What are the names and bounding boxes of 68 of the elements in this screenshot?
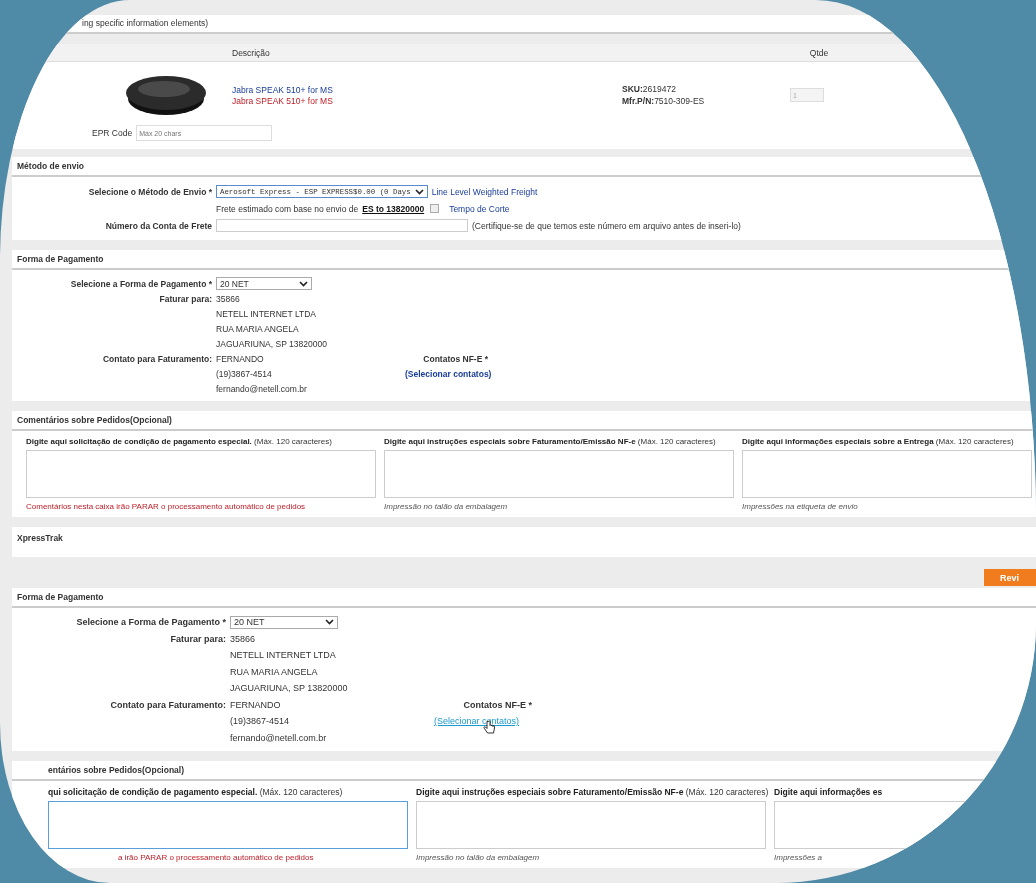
comment-label: qui solicitação de condição de pagamento especial. (Máx. 120 caracteres): [48, 787, 344, 797]
address-line: 35866: [216, 293, 240, 304]
section-title: entários sobre Pedidos(Opcional): [12, 761, 1036, 781]
cutoff-link[interactable]: Tempo de Corte: [449, 203, 510, 214]
sku-text: SKU:2619472: [622, 84, 677, 94]
section-title: Comentários sobre Pedidos(Opcional): [12, 411, 1036, 431]
comment-label: Digite aqui instruções especiais sobre Faturamento/Emissão NF-e (Máx. 120 caracteres): [384, 437, 717, 446]
hint-text: Impressões a: [774, 853, 824, 862]
field-label: Contatos NF-E *: [462, 699, 532, 710]
address-line: NETELL INTERNET LTDA: [230, 650, 336, 661]
comment-field[interactable]: [742, 450, 1032, 498]
section-title: Método de envio: [12, 157, 1036, 177]
contact-line: (19)3867-4514: [216, 368, 273, 379]
freight-account-field[interactable]: [216, 219, 468, 232]
contact-line: FERNANDO: [216, 353, 265, 364]
column-header: Qtde: [809, 47, 829, 58]
comment-field[interactable]: [416, 801, 766, 849]
estimate-text: Frete estimado com base no envio de: [216, 203, 359, 214]
epr-label: EPR Code: [92, 128, 133, 138]
field-label: Contato para Faturamento:: [109, 699, 226, 710]
comment-field[interactable]: [48, 801, 408, 849]
hint-text: Impressão no talão da embalagem: [384, 502, 509, 511]
intro-text: ing specific information elements): [82, 18, 209, 28]
product-name: Jabra SPEAK 510+ for MS: [232, 95, 334, 106]
section-title: XpressTrak: [17, 533, 63, 543]
freight-link[interactable]: Line Level Weighted Freight: [431, 186, 538, 197]
comment-field[interactable]: [384, 450, 734, 498]
comment-label: Digite aqui instruções especiais sobre Faturamento/Emissão NF-e (Máx. 120 caracteres): [416, 787, 766, 797]
address-line: RUA MARIA ANGELA: [216, 323, 299, 334]
contact-line: FERNANDO: [230, 699, 282, 710]
contact-line: fernando@netell.com.br: [216, 383, 308, 394]
hint-text: Impressão no talão da embalagem: [416, 853, 541, 862]
warning-text: Comentários nesta caixa irão PARAR o processamento automático de pedidos: [26, 502, 307, 511]
destination-link[interactable]: ES to 13820000: [362, 203, 425, 214]
address-line: 35866: [230, 633, 256, 644]
field-label: Selecione a Forma de Pagamento *: [69, 278, 212, 289]
chevron-down-icon: [299, 280, 308, 287]
contact-line: fernando@netell.com.br: [230, 732, 328, 743]
checkbox[interactable]: [430, 204, 440, 213]
field-label: Selecione o Método de Envio *: [87, 186, 212, 197]
field-label: Contato para Faturamento:: [101, 353, 212, 364]
field-label: Selecione a Forma de Pagamento *: [75, 617, 226, 628]
field-label: Faturar para:: [169, 633, 226, 644]
address-line: JAGUARIUNA, SP 13820000: [230, 683, 348, 694]
section-title: Forma de Pagamento: [12, 588, 1036, 608]
payment-method-select[interactable]: 20 NET: [230, 615, 338, 629]
comment-label: Digite aqui informações es: [774, 787, 884, 797]
comment-label: Digite aqui solicitação de condição de pagamento especial. (Máx. 120 caracteres): [26, 437, 333, 446]
hint-text: Impressões na etiqueta de envio: [742, 502, 859, 511]
part-number-text: Mfr.P/N:7510-309-ES: [622, 96, 706, 106]
column-header: Descrição: [232, 47, 270, 58]
chevron-down-icon: [414, 188, 424, 195]
contact-line: (19)3867-4514: [230, 716, 291, 727]
product-link[interactable]: Jabra SPEAK 510+ for MS: [232, 84, 622, 95]
chevron-down-icon: [325, 619, 334, 626]
address-line: RUA MARIA ANGELA: [230, 666, 318, 677]
field-label: Faturar para:: [158, 293, 212, 304]
address-line: JAGUARIUNA, SP 13820000: [216, 338, 327, 349]
field-label: Número da Conta de Frete: [104, 220, 212, 231]
payment-method-select[interactable]: 20 NET: [216, 277, 312, 290]
comment-label: Digite aqui informações especiais sobre a Entrega (Máx. 120 caracteres): [742, 437, 1015, 446]
warning-text: a irão PARAR o processamento automático de pedidos: [117, 853, 315, 862]
comment-field[interactable]: [26, 450, 376, 498]
select-contacts-link[interactable]: (Selecionar contatos): [405, 368, 492, 379]
section-title: Forma de Pagamento: [12, 250, 1036, 270]
account-note: (Certifique-se de que temos este número em arquivo antes de inseri-lo): [472, 220, 741, 231]
address-line: NETELL INTERNET LTDA: [216, 308, 316, 319]
field-label: Contatos NF-E *: [422, 353, 488, 364]
